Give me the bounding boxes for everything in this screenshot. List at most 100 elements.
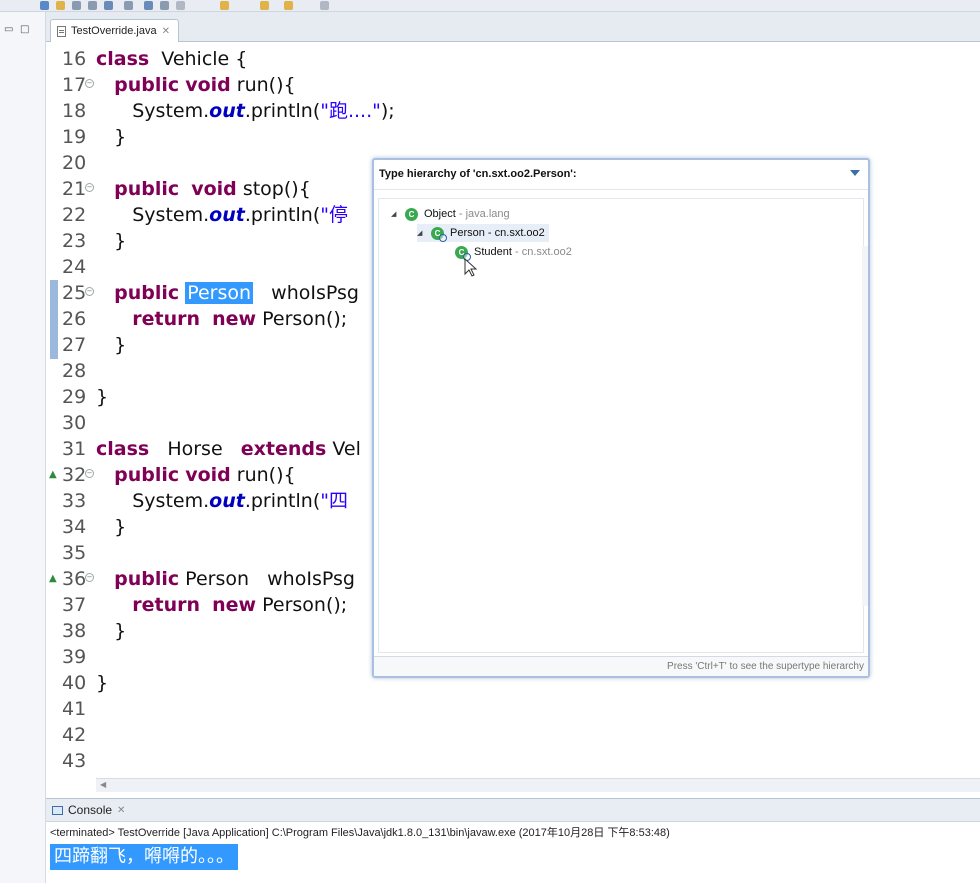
line-number: 41 (62, 698, 87, 720)
code-token: } (96, 516, 127, 538)
console-tab[interactable]: Console ✕ (52, 803, 125, 817)
code-token: } (96, 672, 109, 694)
code-text: } (96, 384, 108, 410)
separator: - (455, 208, 466, 220)
code-token: run(){ (230, 74, 296, 96)
code-token: Person(); (256, 594, 348, 616)
toolbar-icon[interactable] (320, 1, 329, 10)
toolbar-icon[interactable] (124, 1, 133, 10)
code-line[interactable]: 16 class Vehicle { (46, 46, 980, 72)
code-line[interactable]: 17− public void run(){ (46, 72, 980, 98)
code-text: return new Person(); (96, 306, 347, 332)
popup-footer: Press 'Ctrl+T' to see the supertype hier… (374, 656, 868, 676)
code-token: .println( (244, 204, 321, 226)
fold-toggle-icon[interactable]: − (85, 287, 94, 296)
line-number: 30 (62, 412, 87, 434)
console-output[interactable]: 四蹄翻飞，嘚嘚的。。。 (50, 844, 238, 870)
code-token: System. (96, 204, 210, 226)
code-line[interactable]: 41 (46, 696, 980, 722)
code-text: System.out.println("跑...."); (96, 98, 394, 124)
code-text: public Person whoIsPsg (96, 566, 355, 592)
package-name: cn.sxt.oo2 (521, 246, 572, 258)
toolbar-icon[interactable] (284, 1, 293, 10)
line-number: 39 (62, 646, 87, 668)
console-tab-bar: Console ✕ (46, 798, 980, 822)
type-hierarchy-popup[interactable]: Type hierarchy of 'cn.sxt.oo2.Person': ◢… (372, 158, 870, 678)
package-name: cn.sxt.oo2 (494, 227, 545, 239)
code-line[interactable]: 43 (46, 748, 980, 774)
tree-item-student[interactable]: C Student - cn.sxt.oo2 (441, 243, 572, 261)
code-token: return (132, 594, 201, 616)
separator: - (484, 227, 495, 239)
code-text: class Vehicle { (96, 46, 247, 72)
toolbar-icon[interactable] (72, 1, 81, 10)
toolbar-icon[interactable] (160, 1, 169, 10)
code-token: new (212, 308, 257, 330)
override-marker-icon[interactable]: ▲ (49, 566, 57, 592)
expand-toggle-icon[interactable]: ◢ (391, 210, 399, 218)
code-token: } (96, 334, 127, 356)
editor-tab-bar: TestOverride.java ✕ (46, 12, 980, 42)
toolbar-icon[interactable] (220, 1, 229, 10)
selected-token: Person (185, 282, 254, 304)
toolbar-icon[interactable] (56, 1, 65, 10)
fold-toggle-icon[interactable]: − (85, 573, 94, 582)
code-text: public Person whoIsPsg (96, 280, 359, 306)
tree-item-object[interactable]: ◢ C Object - java.lang (391, 205, 510, 223)
fold-toggle-icon[interactable]: − (85, 183, 94, 192)
tree-item-label: Person - cn.sxt.oo2 (450, 227, 545, 239)
code-token: Person whoIsPsg (179, 568, 355, 590)
fold-toggle-icon[interactable]: − (85, 469, 94, 478)
popup-hint: Press 'Ctrl+T' to see the supertype hier… (667, 661, 864, 672)
editor-tab[interactable]: TestOverride.java ✕ (50, 19, 179, 42)
hierarchy-tree[interactable]: ◢ C Object - java.lang ◢ C Person - cn.sxt.oo… (378, 198, 864, 653)
view-menu-icon[interactable] (850, 170, 860, 176)
scroll-left-icon[interactable]: ◀ (100, 780, 106, 789)
type-name: Student (474, 246, 512, 258)
main-toolbar (0, 0, 980, 12)
toolbar-icon[interactable] (88, 1, 97, 10)
code-line[interactable]: 42 (46, 722, 980, 748)
code-token: } (96, 386, 109, 408)
line-number: 35 (62, 542, 87, 564)
close-icon[interactable]: ✕ (117, 805, 125, 816)
code-token: class (96, 438, 150, 460)
toolbar-icon[interactable] (260, 1, 269, 10)
toolbar-icon[interactable] (144, 1, 153, 10)
code-text: } (96, 618, 126, 644)
maximize-icon[interactable]: □ (20, 24, 29, 35)
close-icon[interactable]: ✕ (162, 26, 170, 37)
minimize-icon[interactable]: ▭ (4, 24, 13, 35)
class-icon: C (431, 226, 447, 242)
toolbar-icon[interactable] (40, 1, 49, 10)
expand-toggle-icon[interactable]: ◢ (417, 229, 425, 237)
editor-horizontal-scrollbar[interactable]: ◀ (96, 778, 980, 792)
code-line[interactable]: 19 } (46, 124, 980, 150)
code-token: stop(){ (236, 178, 311, 200)
console-tab-label: Console (68, 803, 113, 817)
code-text: } (96, 514, 126, 540)
code-token: whoIsPsg (253, 282, 359, 304)
popup-scrollbar[interactable] (862, 246, 868, 606)
code-line[interactable]: 18 System.out.println("跑...."); (46, 98, 980, 124)
override-marker-icon[interactable]: ▲ (49, 462, 57, 488)
code-token: public (114, 178, 180, 200)
tree-item-person[interactable]: ◢ C Person - cn.sxt.oo2 (417, 224, 549, 242)
toolbar-icon[interactable] (104, 1, 113, 10)
console-icon (52, 805, 63, 815)
code-token: Vel (326, 438, 361, 460)
code-text: } (96, 670, 108, 696)
package-name: java.lang (465, 208, 510, 220)
code-text: System.out.println("四 (96, 488, 348, 514)
code-token: extends (240, 438, 327, 460)
line-number: 24 (62, 256, 87, 278)
toolbar-icon[interactable] (176, 1, 185, 10)
fold-toggle-icon[interactable]: − (85, 79, 94, 88)
